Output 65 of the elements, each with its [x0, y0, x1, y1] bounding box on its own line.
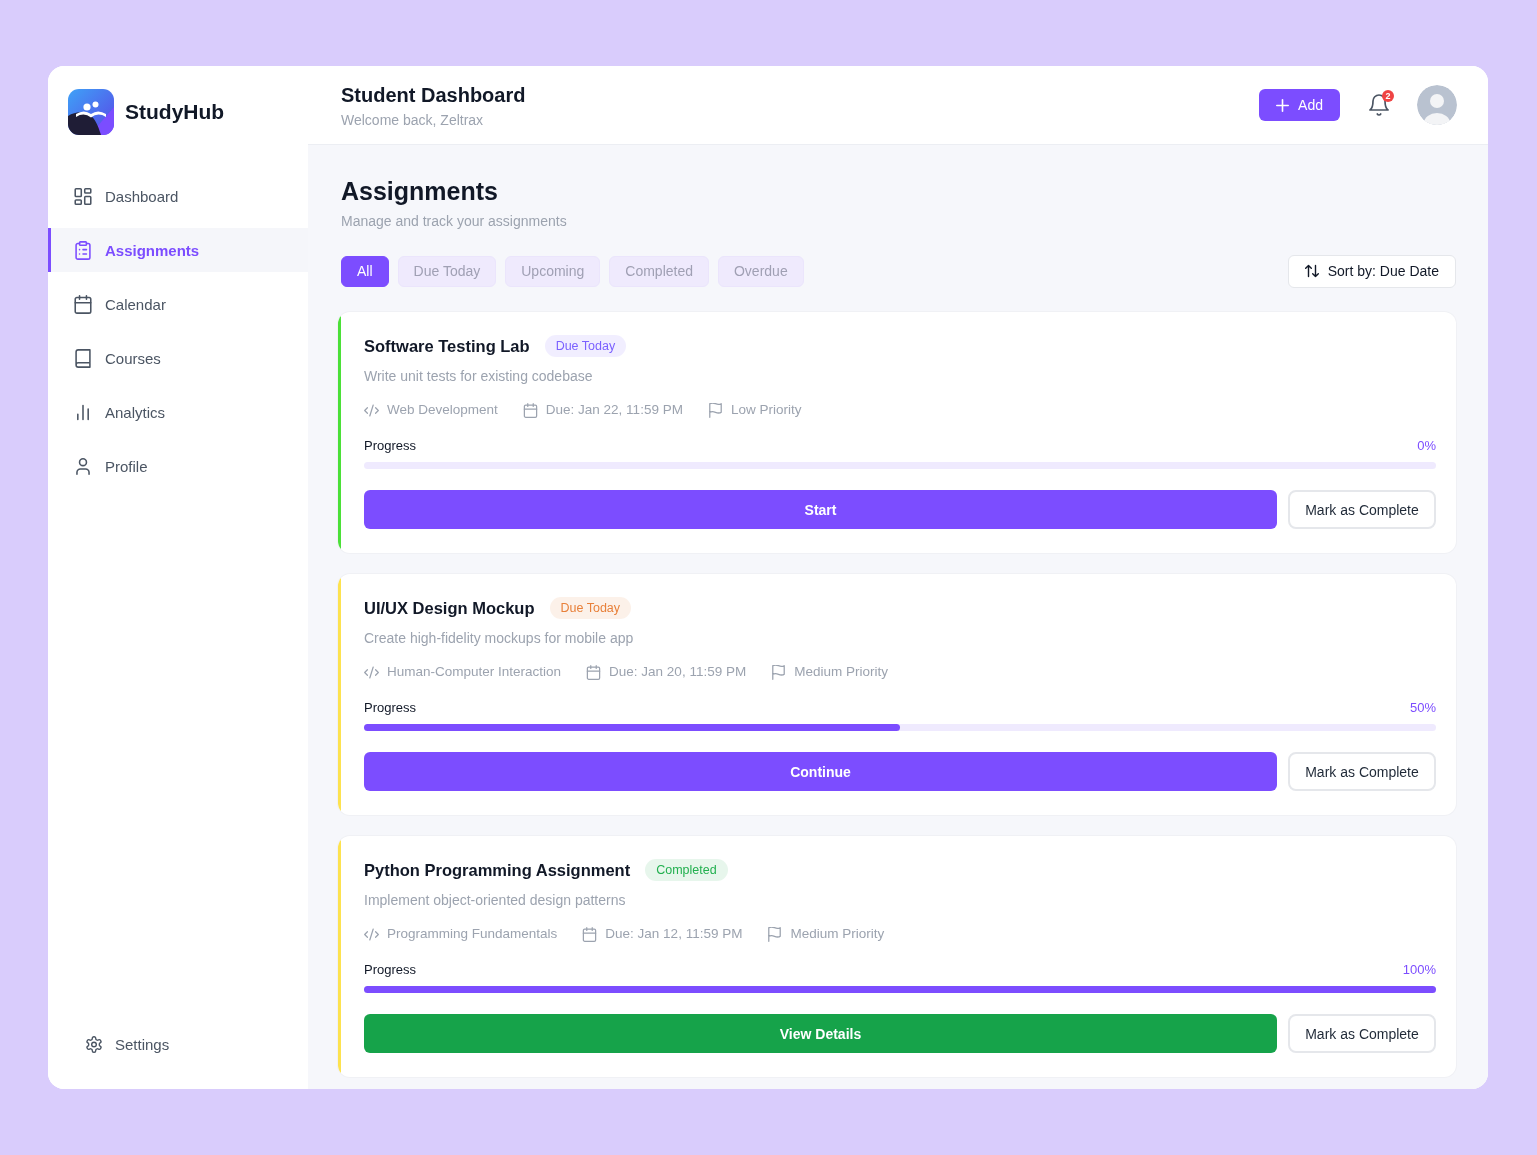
- mark-complete-button[interactable]: Mark as Complete: [1288, 490, 1436, 529]
- code-icon: [364, 926, 379, 942]
- due-date: Due: Jan 20, 11:59 PM: [609, 663, 747, 681]
- welcome-text: Welcome back, Zeltrax: [341, 110, 485, 129]
- status-badge: Completed: [645, 859, 728, 881]
- status-badge: Due Today: [544, 335, 627, 357]
- brand-name: StudyHub: [125, 100, 225, 124]
- calendar-icon: [74, 294, 92, 314]
- priority-label: Low Priority: [730, 401, 802, 419]
- page-header-title: Student Dashboard: [341, 82, 526, 108]
- priority-label: Medium Priority: [790, 925, 885, 943]
- nav-item[interactable]: Calendar: [48, 282, 308, 326]
- mark-complete-button[interactable]: Mark as Complete: [1288, 752, 1436, 791]
- nav-item[interactable]: Profile: [48, 444, 308, 488]
- progress-label: Progress: [364, 699, 417, 717]
- assignment-description: Write unit tests for existing codebase: [364, 367, 594, 386]
- nav-item[interactable]: Assignments: [48, 228, 308, 272]
- progress-percent: 50%: [1409, 699, 1436, 717]
- calendar-icon: [582, 926, 598, 942]
- code-icon: [364, 402, 379, 418]
- calendar-icon: [586, 664, 602, 680]
- code-icon: [364, 664, 379, 680]
- dashboard-icon: [74, 186, 92, 206]
- assignment-title: UI/UX Design Mockup: [364, 598, 535, 619]
- progress-percent: 100%: [1402, 961, 1436, 979]
- progress-label: Progress: [364, 961, 417, 979]
- section-subtitle: Manage and track your assignments: [341, 212, 568, 231]
- book-icon: [74, 348, 92, 368]
- due-date: Due: Jan 22, 11:59 PM: [545, 401, 683, 419]
- add-button[interactable]: Add: [1259, 89, 1340, 121]
- flag-icon: [707, 402, 723, 418]
- bell-icon[interactable]: [1369, 94, 1389, 116]
- filter-tab[interactable]: All: [341, 255, 389, 287]
- assignment-title: Software Testing Lab: [364, 336, 530, 357]
- user-icon: [74, 456, 92, 476]
- notification-badge: 2: [1382, 90, 1394, 102]
- course-name: Human-Computer Interaction: [387, 663, 562, 681]
- assignment-description: Implement object-oriented design patterns: [364, 891, 627, 910]
- status-badge: Due Today: [549, 597, 632, 619]
- sort-button[interactable]: Sort by: Due Date: [1287, 254, 1456, 288]
- settings-link[interactable]: Settings: [48, 1022, 308, 1066]
- flag-icon: [771, 664, 787, 680]
- nav-item[interactable]: Dashboard: [48, 174, 308, 218]
- app-logo-icon: [68, 89, 114, 135]
- clipboard-list-icon: [74, 240, 92, 260]
- nav-item[interactable]: Analytics: [48, 390, 308, 434]
- mark-complete-button[interactable]: Mark as Complete: [1288, 1014, 1436, 1053]
- assignment-title: Python Programming Assignment: [364, 860, 631, 881]
- progress-percent: 0%: [1417, 437, 1436, 455]
- progress-label: Progress: [364, 437, 417, 455]
- course-name: Programming Fundamentals: [387, 925, 558, 943]
- sort-arrows-icon: [1304, 264, 1319, 278]
- course-name: Web Development: [387, 401, 498, 419]
- due-date: Due: Jan 12, 11:59 PM: [605, 925, 743, 943]
- nav-item[interactable]: Courses: [48, 336, 308, 380]
- settings-icon: [86, 1035, 102, 1053]
- plus-icon: [1276, 98, 1290, 112]
- calendar-icon: [522, 402, 538, 418]
- bar-chart-icon: [74, 402, 92, 422]
- action-button[interactable]: Start: [364, 490, 1277, 529]
- priority-label: Medium Priority: [794, 663, 888, 681]
- flag-icon: [767, 926, 783, 942]
- section-title: Assignments: [341, 176, 499, 207]
- action-button[interactable]: Continue: [364, 752, 1277, 791]
- assignment-description: Create high-fidelity mockups for mobile app: [364, 629, 635, 648]
